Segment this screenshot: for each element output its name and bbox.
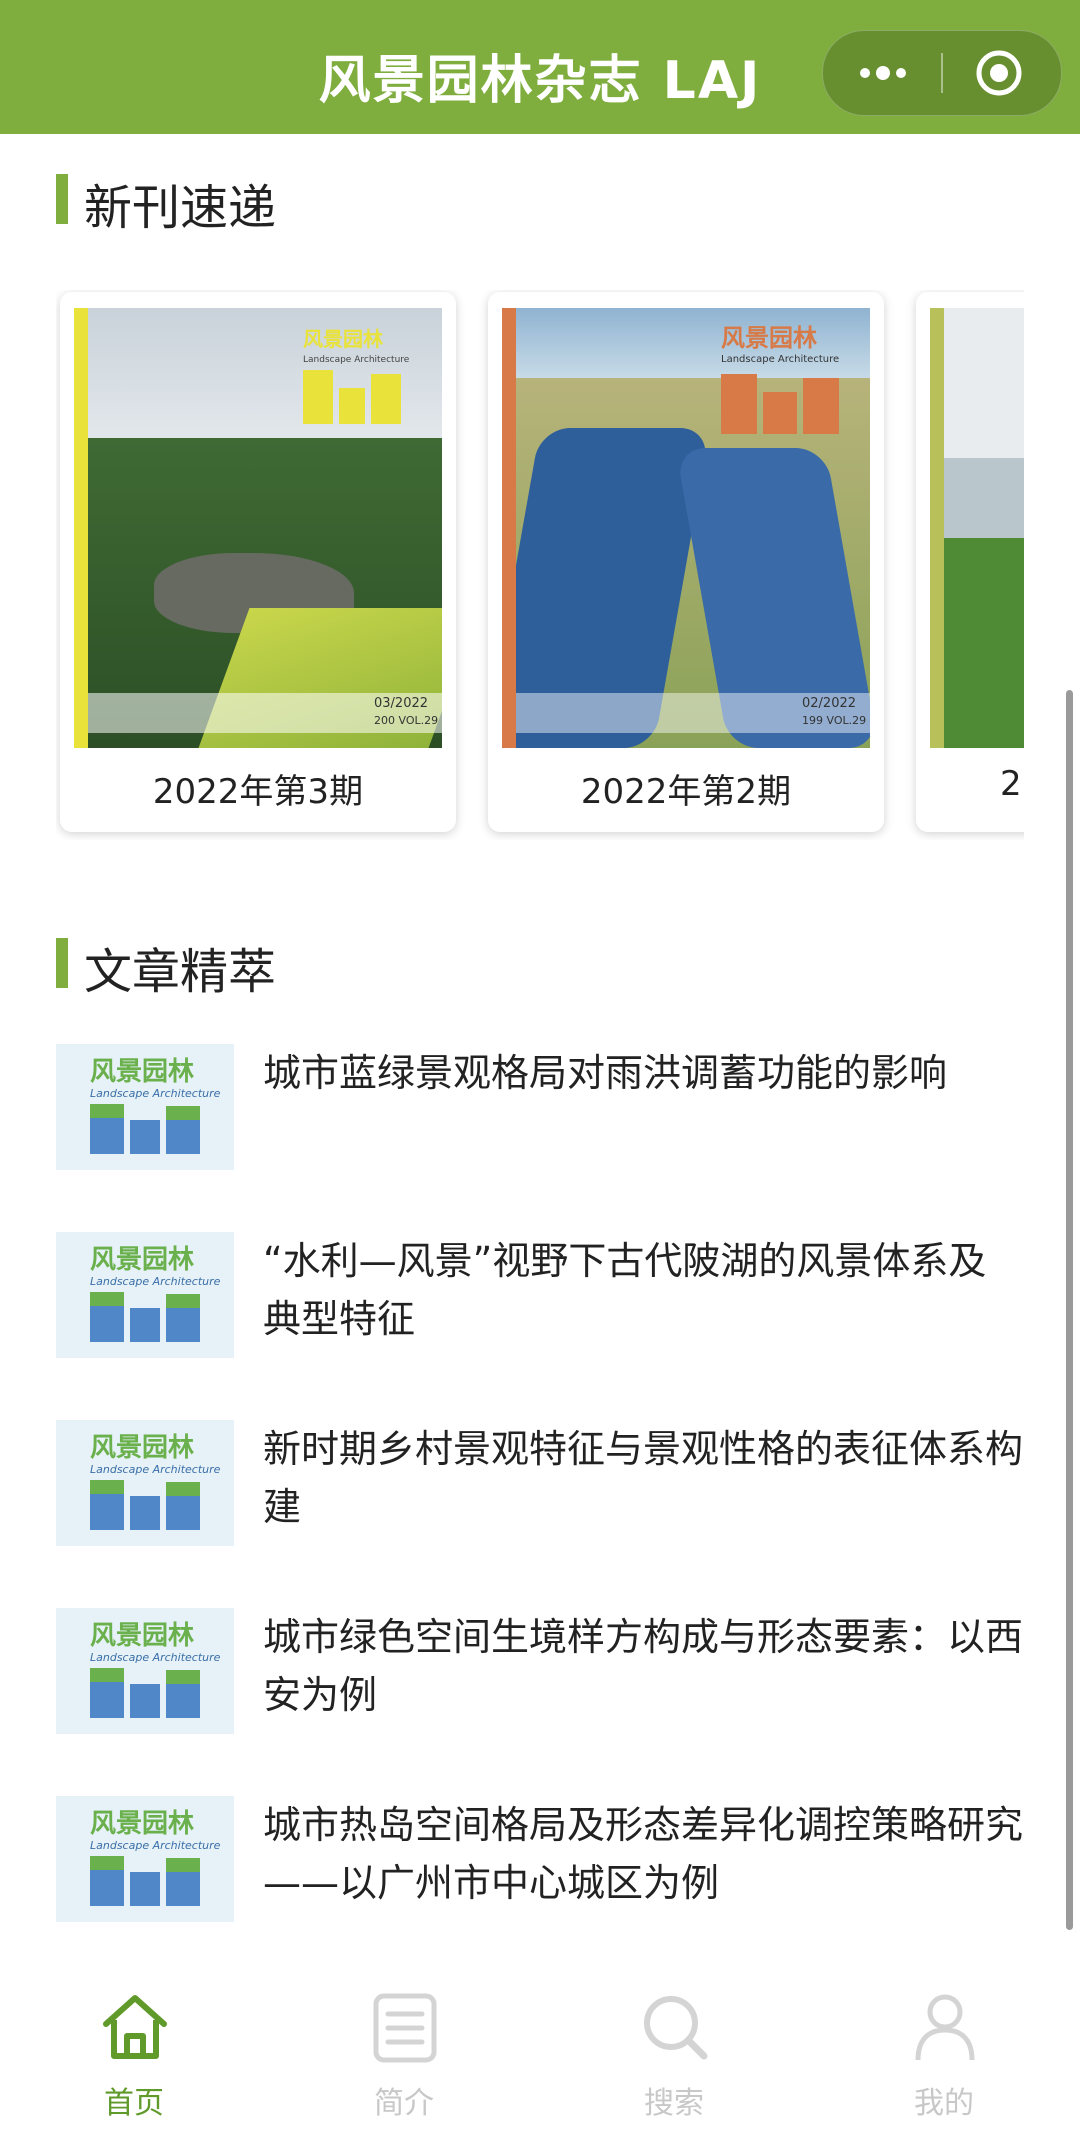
issue-card[interactable]: 风景园林 Landscape Architecture 02/2022 199 … xyxy=(488,292,884,832)
magazine-logo-icon: 风景园林 Landscape Architecture xyxy=(90,1057,221,1154)
issue-label: 2 xyxy=(1000,764,1022,804)
article-thumbnail: 风景园林 Landscape Architecture xyxy=(56,1796,234,1922)
bottom-tab-bar: 首页 简介 搜索 我的 xyxy=(0,1960,1080,2137)
article-title: 新时期乡村景观特征与景观性格的表征体系构建 xyxy=(263,1427,1024,1529)
svg-text:Landscape Architecture: Landscape Architecture xyxy=(721,354,839,365)
capsule-divider xyxy=(941,53,943,93)
svg-text:Landscape Architecture: Landscape Architecture xyxy=(90,1839,221,1852)
article-thumbnail: 风景园林 Landscape Architecture xyxy=(56,1608,234,1734)
article-title: 城市绿色空间生境样方构成与形态要素：以西安为例 xyxy=(263,1615,1024,1717)
tab-label: 搜索 xyxy=(644,2086,704,2121)
svg-text:风景园林: 风景园林 xyxy=(90,1809,194,1839)
article-list-item[interactable]: 风景园林 Landscape Architecture 新时期乡村景观特征与景观… xyxy=(56,1420,1023,1550)
magazine-logo-icon: 风景园林 Landscape Architecture xyxy=(721,324,839,434)
magazine-logo-icon: 风景园林 Landscape Architecture xyxy=(303,327,409,424)
nav-header: 风景园林杂志 LAJ xyxy=(0,0,1080,134)
issue-card[interactable]: 2 xyxy=(916,292,1024,832)
article-thumbnail: 风景园林 Landscape Architecture xyxy=(56,1420,234,1546)
svg-text:风景园林: 风景园林 xyxy=(90,1433,194,1463)
section-title: 文章精萃 xyxy=(84,944,277,1000)
issue-card[interactable]: 风景园林 Landscape Architecture 03/2022 200 … xyxy=(60,292,456,832)
issue-cover-image: 风景园林 Landscape Architecture 03/2022 200 … xyxy=(74,308,442,748)
tab-label: 我的 xyxy=(914,2086,974,2121)
section-title: 新刊速递 xyxy=(84,180,277,236)
svg-text:风景园林: 风景园林 xyxy=(721,324,817,352)
issue-cover-image: 风景园林 Landscape Architecture 02/2022 199 … xyxy=(502,308,870,748)
article-thumbnail: 风景园林 Landscape Architecture xyxy=(56,1232,234,1358)
article-title: “水利—风景”视野下古代陂湖的风景体系及典型特征 xyxy=(263,1239,987,1341)
article-list-item[interactable]: 风景园林 Landscape Architecture 城市蓝绿景观格局对雨洪调… xyxy=(56,1044,1016,1174)
magazine-logo-icon: 风景园林 Landscape Architecture xyxy=(90,1433,221,1530)
svg-text:Landscape Architecture: Landscape Architecture xyxy=(90,1275,221,1288)
svg-text:Landscape Architecture: Landscape Architecture xyxy=(90,1651,221,1664)
article-list-item[interactable]: 风景园林 Landscape Architecture “水利—风景”视野下古代… xyxy=(56,1232,1016,1362)
issue-label: 2022年第2期 xyxy=(580,772,792,812)
section-accent-bar xyxy=(56,174,68,224)
svg-text:风景园林: 风景园林 xyxy=(303,327,383,351)
mini-program-capsule xyxy=(822,30,1062,116)
article-list-item[interactable]: 风景园林 Landscape Architecture 城市绿色空间生境样方构成… xyxy=(56,1608,1023,1738)
article-thumbnail: 风景园林 Landscape Architecture xyxy=(56,1044,234,1170)
svg-text:Landscape Architecture: Landscape Architecture xyxy=(90,1463,221,1476)
article-title: 城市热岛空间格局及形态差异化调控策略研究——以广州市中心城区为例 xyxy=(263,1803,1024,1905)
person-icon xyxy=(915,1994,975,2061)
issue-carousel[interactable]: 风景园林 Landscape Architecture 03/2022 200 … xyxy=(56,290,1024,840)
magazine-logo-icon: 风景园林 Landscape Architecture xyxy=(90,1621,221,1718)
svg-text:风景园林: 风景园林 xyxy=(90,1245,194,1275)
document-icon xyxy=(373,1993,437,2063)
more-icon[interactable] xyxy=(853,53,913,93)
magazine-logo-icon: 风景园林 Landscape Architecture xyxy=(90,1809,221,1906)
issue-label: 2022年第3期 xyxy=(152,772,364,812)
magazine-logo-icon: 风景园林 Landscape Architecture xyxy=(90,1245,221,1342)
svg-text:Landscape Architecture: Landscape Architecture xyxy=(303,355,409,365)
article-title: 城市蓝绿景观格局对雨洪调蓄功能的影响 xyxy=(263,1051,948,1095)
search-icon xyxy=(644,1996,708,2060)
tab-search[interactable]: 搜索 xyxy=(594,1990,754,2121)
tab-profile[interactable]: 我的 xyxy=(864,1990,1024,2121)
tab-label: 简介 xyxy=(374,2086,434,2121)
section-accent-bar xyxy=(56,938,68,988)
home-icon xyxy=(103,1995,167,2059)
svg-text:风景园林: 风景园林 xyxy=(90,1621,194,1651)
tab-home[interactable]: 首页 xyxy=(54,1990,214,2121)
article-list-item[interactable]: 风景园林 Landscape Architecture 城市热岛空间格局及形态差… xyxy=(56,1796,1023,1926)
issue-cover-image xyxy=(930,308,1024,748)
scrollbar[interactable] xyxy=(1066,690,1073,1930)
svg-text:Landscape Architecture: Landscape Architecture xyxy=(90,1087,221,1100)
tab-intro[interactable]: 简介 xyxy=(324,1990,484,2121)
svg-text:风景园林: 风景园林 xyxy=(90,1057,194,1087)
close-target-icon[interactable] xyxy=(975,49,1023,97)
tab-label: 首页 xyxy=(104,2086,164,2121)
